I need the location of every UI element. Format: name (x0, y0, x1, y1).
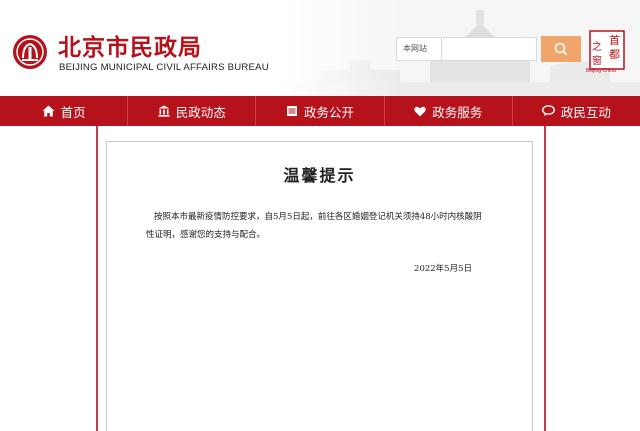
nav-item-label: 首页 (60, 104, 86, 120)
home-icon (42, 105, 55, 117)
search-scope-select[interactable]: 本网站 (396, 37, 442, 61)
nav-item-home[interactable]: 首页 (0, 96, 127, 126)
chat-icon (541, 105, 555, 117)
nav-item-label: 政务公开 (304, 104, 355, 120)
heart-icon (414, 106, 426, 116)
building-icon (158, 105, 170, 117)
main-nav: 首页 民政动态 政务公开 政务服务 政民互动 (0, 96, 640, 126)
nav-item-news[interactable]: 民政动态 (127, 96, 255, 126)
capital-window-caption: Beijing·China (586, 68, 616, 74)
notice-body: 按照本市最新疫情防控要求，自5月5日起，前往各区婚姻登记机关须持48小时内核酸阴… (146, 212, 482, 240)
bureau-emblem-logo (13, 35, 47, 69)
nav-item-label: 政民互动 (560, 104, 611, 120)
nav-item-label: 民政动态 (175, 104, 226, 120)
document-icon (287, 106, 297, 116)
search-button[interactable] (541, 36, 581, 62)
nav-item-label: 政务服务 (432, 104, 483, 120)
nav-item-interaction[interactable]: 政民互动 (511, 96, 640, 126)
capital-badge-char: 都 (609, 48, 620, 61)
capital-badge-char: 首 (609, 33, 620, 47)
capital-badge-char: 窗 (592, 54, 602, 67)
search-input[interactable] (442, 37, 537, 61)
bureau-name-english: BEIJING MUNICIPAL CIVIL AFFAIRS BUREAU (59, 62, 269, 73)
notice-title: 温馨提示 (283, 166, 356, 185)
search-icon (554, 42, 568, 56)
nav-item-services[interactable]: 政务服务 (383, 96, 512, 126)
capital-badge-char: 之 (592, 40, 602, 53)
capital-window-logo[interactable]: 首 都 之 窗 (589, 30, 625, 70)
nav-item-open-government[interactable]: 政务公开 (255, 96, 383, 126)
notice-panel: 温馨提示 按照本市最新疫情防控要求，自5月5日起，前往各区婚姻登记机关须持48小… (106, 141, 533, 431)
bureau-name-chinese: 北京市民政局 (58, 34, 202, 61)
notice-date: 2022年5月5日 (414, 264, 472, 274)
site-header: 北京市民政局 BEIJING MUNICIPAL CIVIL AFFAIRS B… (0, 0, 640, 96)
